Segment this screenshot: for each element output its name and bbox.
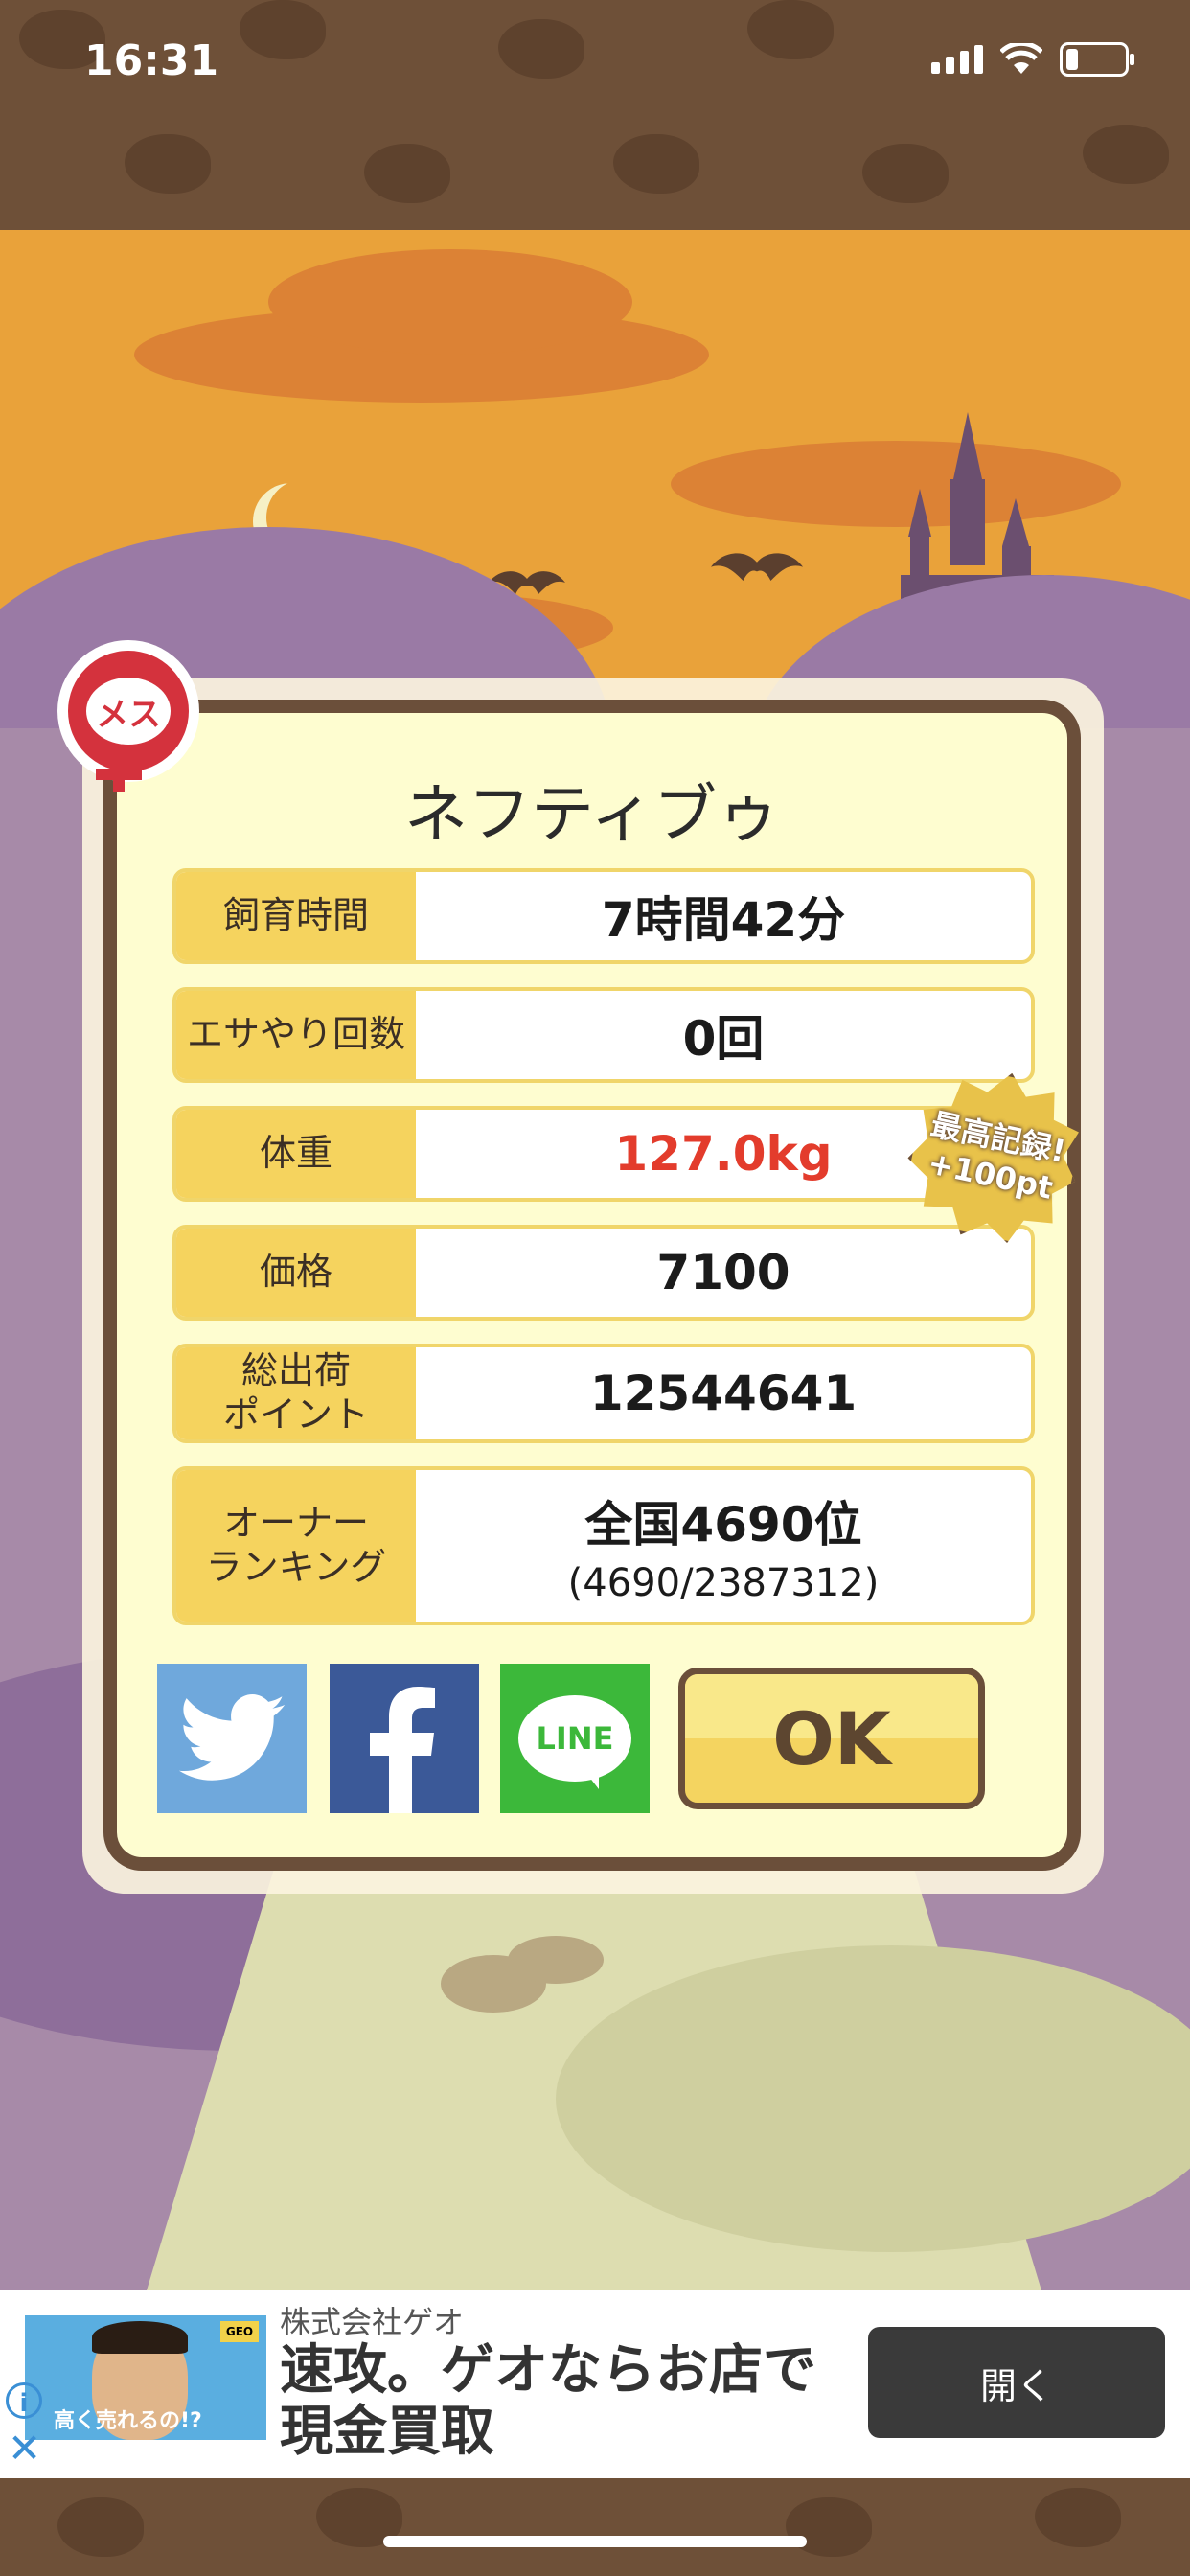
- home-indicator[interactable]: [383, 2536, 807, 2547]
- bean-pattern: [57, 2497, 144, 2557]
- bean-pattern: [125, 134, 211, 194]
- stat-label: オーナー ランキング: [176, 1470, 416, 1622]
- stat-row-breeding-time: 飼育時間 7時間42分: [172, 868, 1035, 964]
- stat-value: 7時間42分: [601, 892, 846, 948]
- bean-pattern: [786, 2497, 872, 2557]
- bean-pattern: [747, 0, 834, 59]
- bottom-band: [0, 2478, 1190, 2576]
- stat-label: 総出荷 ポイント: [176, 1347, 416, 1439]
- stat-row-price: 価格 7100: [172, 1225, 1035, 1321]
- bean-pattern: [1035, 2488, 1121, 2547]
- ad-banner[interactable]: GEO 高く売れるの!? i ✕ 株式会社ゲオ 速攻。ゲオならお店で現金買取 開…: [0, 2290, 1190, 2478]
- pet-name: ネフティブゥ: [403, 777, 781, 851]
- ranking-detail: (4690/2387312): [567, 1561, 880, 1605]
- female-badge: メス: [57, 640, 199, 792]
- facebook-icon: [370, 1687, 435, 1813]
- line-icon: LINE: [518, 1695, 631, 1789]
- stat-label: 価格: [176, 1229, 416, 1317]
- ad-image-caption: 高く売れるの!?: [54, 2409, 202, 2433]
- stat-row-shipping-points: 総出荷 ポイント 12544641: [172, 1344, 1035, 1443]
- ad-headline[interactable]: 速攻。ゲオならお店で現金買取: [280, 2339, 855, 2464]
- bean-pattern: [1083, 125, 1169, 184]
- ad-image[interactable]: GEO 高く売れるの!?: [25, 2315, 266, 2440]
- stat-value: 全国4690位 (4690/2387312): [567, 1497, 880, 1605]
- ok-button[interactable]: OK: [678, 1668, 985, 1809]
- record-badge: 最高記録! +100pt: [895, 1056, 1095, 1256]
- bean-pattern: [498, 19, 584, 79]
- road-patch: [556, 1945, 1190, 2252]
- ad-close-icon[interactable]: ✕: [8, 2428, 41, 2469]
- stone: [508, 1936, 604, 1984]
- battery-icon: [1060, 42, 1134, 77]
- stat-row-owner-ranking: オーナー ランキング 全国4690位 (4690/2387312): [172, 1466, 1035, 1625]
- twitter-icon: [178, 1694, 286, 1781]
- wifi-icon: [1000, 43, 1042, 74]
- ad-open-button[interactable]: 開く: [868, 2327, 1165, 2438]
- line-share-button[interactable]: LINE: [500, 1664, 650, 1813]
- ad-company: 株式会社ゲオ: [280, 2304, 465, 2340]
- stat-value: 7100: [656, 1245, 790, 1300]
- stat-label: 飼育時間: [176, 872, 416, 960]
- bean-pattern: [613, 134, 699, 194]
- status-icons: [931, 42, 1134, 77]
- status-time: 16:31: [84, 36, 219, 85]
- stat-value: 12544641: [589, 1366, 858, 1421]
- stat-label: 体重: [176, 1110, 416, 1198]
- status-bar: 16:31: [0, 0, 1190, 230]
- female-icon: メス: [68, 651, 189, 771]
- twitter-share-button[interactable]: [157, 1664, 307, 1813]
- bean-pattern: [862, 144, 949, 203]
- bean-pattern: [364, 144, 450, 203]
- cloud: [268, 249, 632, 355]
- bean-pattern: [240, 0, 326, 59]
- bat-icon: [711, 553, 803, 581]
- stat-row-feed-count: エサやり回数 0回: [172, 987, 1035, 1083]
- stat-label: エサやり回数: [176, 991, 416, 1079]
- facebook-share-button[interactable]: [330, 1664, 479, 1813]
- ad-info-icon[interactable]: i: [6, 2382, 42, 2419]
- signal-icon: [931, 45, 983, 74]
